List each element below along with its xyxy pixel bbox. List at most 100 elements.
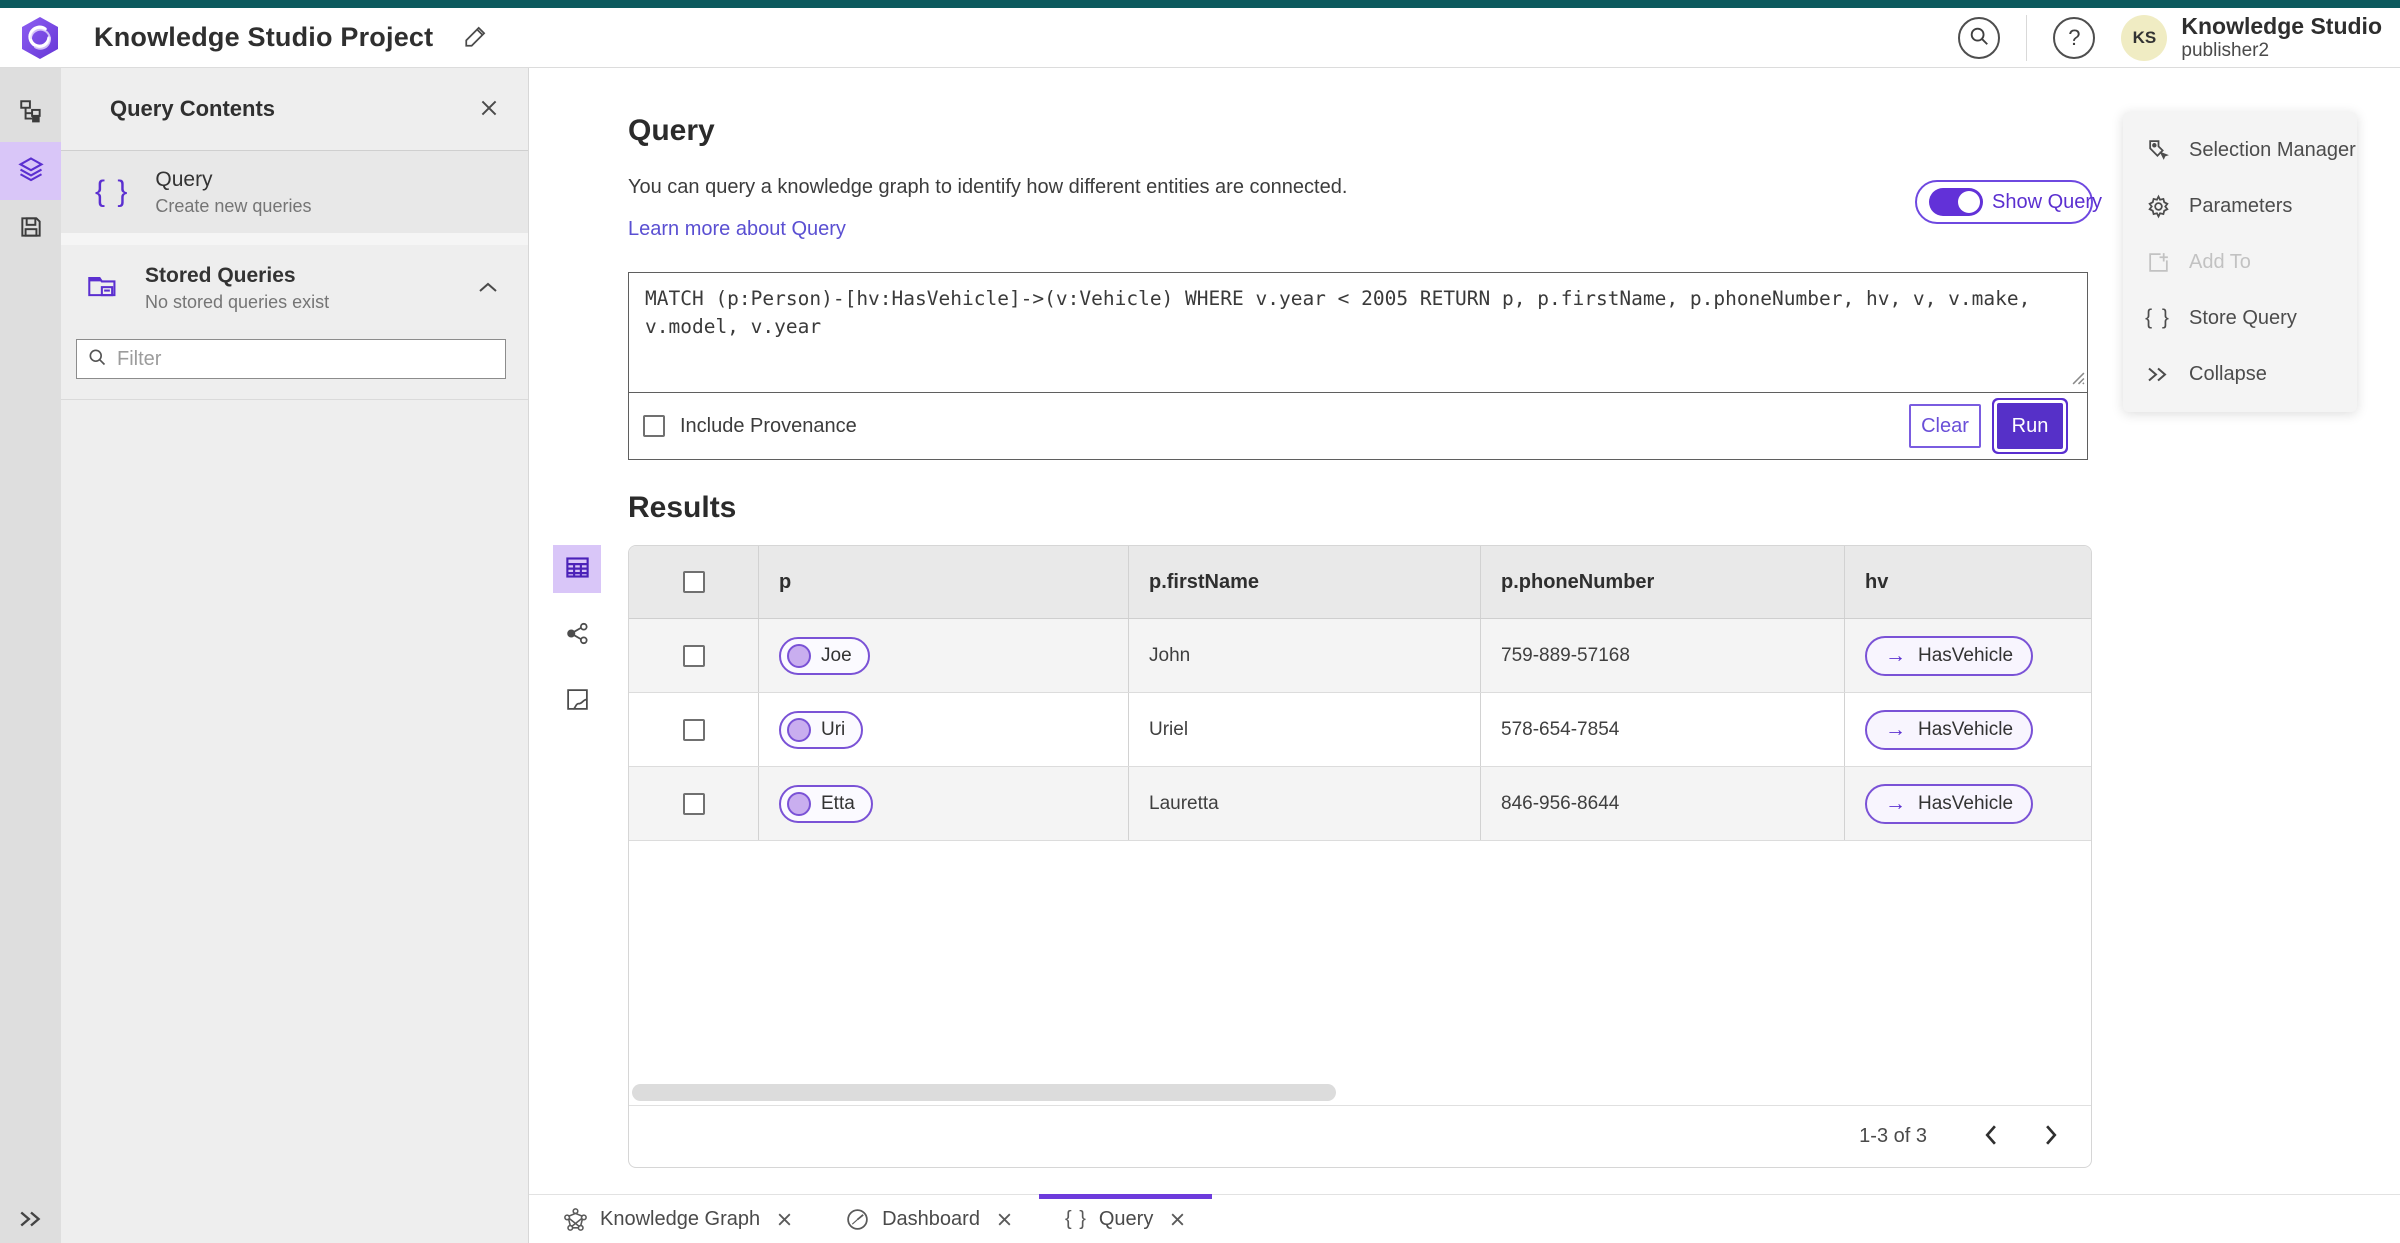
double-chevron-right-icon [2145, 366, 2171, 383]
tab-label: Knowledge Graph [600, 1207, 761, 1230]
rail-item-layers[interactable] [0, 142, 61, 200]
arrow-right-icon: → [1885, 718, 1906, 741]
tab-dashboard[interactable]: Dashboard [819, 1195, 1039, 1243]
horizontal-scrollbar [629, 1081, 2091, 1105]
rail-item-hierarchy[interactable] [0, 84, 61, 142]
panel-item-stored-queries[interactable]: Stored Queries No stored queries exist [61, 245, 528, 331]
query-item-title: Query [155, 167, 213, 191]
show-query-toggle[interactable]: Show Query [1915, 180, 2102, 224]
user-name: publisher2 [2181, 39, 2270, 61]
collapse-item[interactable]: Collapse [2123, 346, 2357, 402]
relationship-pill[interactable]: → HasVehicle [1865, 783, 2034, 824]
expand-rail-button[interactable] [0, 1210, 61, 1231]
edit-project-title-button[interactable] [463, 23, 489, 52]
tab-query[interactable]: { } Query [1038, 1194, 1213, 1243]
help-button[interactable]: ? [2053, 16, 2096, 59]
avatar[interactable]: KS [2121, 14, 2168, 61]
stored-queries-title: Stored Queries [145, 263, 296, 287]
row-checkbox[interactable] [682, 792, 705, 815]
tab-knowledge-graph[interactable]: Knowledge Graph [537, 1195, 819, 1243]
search-button[interactable] [1958, 16, 2001, 59]
collapse-stored-queries-button[interactable] [478, 280, 498, 297]
selection-manager-item[interactable]: Selection Manager [2123, 122, 2357, 178]
panel-header: Query Contents [61, 68, 528, 151]
toggle-switch[interactable] [1929, 188, 1983, 216]
stored-queries-folder-icon [87, 271, 119, 306]
arrow-right-icon: → [1885, 792, 1906, 815]
cell-firstname: Uriel [1129, 693, 1481, 766]
column-header-hv[interactable]: hv [1845, 546, 2091, 618]
filter-input[interactable] [117, 347, 495, 371]
pagination-info: 1-3 of 3 [1859, 1125, 1927, 1147]
app-logo-icon [20, 16, 60, 60]
chevron-up-icon [478, 280, 498, 297]
stored-queries-subtitle: No stored queries exist [145, 291, 330, 312]
resize-handle-icon[interactable] [2072, 372, 2085, 390]
bottom-tab-bar: Knowledge Graph Dashboard { } Query [529, 1194, 2400, 1243]
query-textarea[interactable]: MATCH (p:Person)-[hv:HasVehicle]->(v:Veh… [629, 273, 2087, 392]
knowledge-graph-icon [563, 1207, 588, 1232]
include-provenance-label: Include Provenance [680, 414, 857, 437]
add-to-icon [2145, 250, 2171, 275]
panel-gap [61, 233, 528, 245]
relationship-pill[interactable]: → HasVehicle [1865, 635, 2034, 676]
cell-phonenumber: 759-889-57168 [1481, 619, 1845, 692]
rail-item-save[interactable] [0, 200, 61, 258]
table-icon [564, 554, 591, 584]
main-content: Query You can query a knowledge graph to… [529, 68, 2400, 1243]
cell-firstname: John [1129, 619, 1481, 692]
show-query-label: Show Query [1992, 190, 2103, 213]
entity-pill[interactable]: Etta [779, 784, 873, 823]
table-row[interactable]: Uri Uriel 578-654-7854 → HasVehicle [629, 693, 2091, 767]
table-row[interactable]: Joe John 759-889-57168 → HasVehicle [629, 619, 2091, 693]
results-table: p p.firstName p.phoneNumber hv Joe John … [628, 545, 2092, 1168]
include-provenance-checkbox[interactable] [643, 415, 665, 437]
column-header-phonenumber[interactable]: p.phoneNumber [1481, 546, 1845, 618]
previous-page-button[interactable] [1977, 1118, 2004, 1155]
entity-label: Etta [821, 792, 855, 814]
parameters-item[interactable]: Parameters [2123, 178, 2357, 234]
network-icon [565, 621, 590, 649]
relationship-label: HasVehicle [1918, 718, 2014, 740]
action-label: Store Query [2189, 306, 2297, 329]
selection-manager-icon [2145, 138, 2171, 163]
cell-phonenumber: 578-654-7854 [1481, 693, 1845, 766]
table-row[interactable]: Etta Lauretta 846-956-8644 → HasVehicle [629, 767, 2091, 841]
close-icon[interactable] [996, 1211, 1013, 1228]
filter-search-icon [87, 347, 107, 372]
project-title: Knowledge Studio Project [94, 22, 434, 52]
close-icon[interactable] [1169, 1211, 1186, 1228]
store-query-item[interactable]: { } Store Query [2123, 290, 2357, 346]
column-header-p[interactable]: p [759, 546, 1129, 618]
run-button[interactable]: Run [1997, 403, 2063, 449]
close-icon[interactable] [776, 1211, 793, 1228]
chevron-left-icon [1983, 1124, 1998, 1149]
map-icon [565, 687, 590, 715]
top-accent-strip [0, 0, 2400, 8]
gear-icon [2145, 194, 2171, 219]
relationship-label: HasVehicle [1918, 644, 2014, 666]
entity-pill[interactable]: Uri [779, 710, 864, 749]
left-icon-rail [0, 68, 61, 1243]
result-view-rail [553, 545, 601, 725]
entity-pill[interactable]: Joe [779, 636, 870, 675]
query-footer: Include Provenance Clear Run [629, 393, 2087, 459]
clear-button[interactable]: Clear [1909, 404, 1981, 448]
scrollbar-thumb[interactable] [632, 1084, 1336, 1101]
action-label: Add To [2189, 250, 2251, 273]
table-view-button[interactable] [553, 545, 601, 593]
relationship-pill[interactable]: → HasVehicle [1865, 709, 2034, 750]
map-view-button[interactable] [553, 677, 601, 725]
next-page-button[interactable] [2038, 1118, 2065, 1155]
row-checkbox[interactable] [682, 644, 705, 667]
panel-title: Query Contents [110, 96, 276, 121]
column-header-firstname[interactable]: p.firstName [1129, 546, 1481, 618]
learn-more-link[interactable]: Learn more about Query [628, 218, 846, 241]
graph-view-button[interactable] [553, 611, 601, 659]
row-checkbox[interactable] [682, 718, 705, 741]
product-name: Knowledge Studio [2181, 13, 2382, 40]
panel-item-query[interactable]: { } Query Create new queries [61, 151, 528, 233]
app-header: Knowledge Studio Project ? KS Knowledge … [0, 8, 2400, 68]
select-all-checkbox[interactable] [682, 571, 705, 593]
close-panel-button[interactable] [478, 97, 500, 122]
